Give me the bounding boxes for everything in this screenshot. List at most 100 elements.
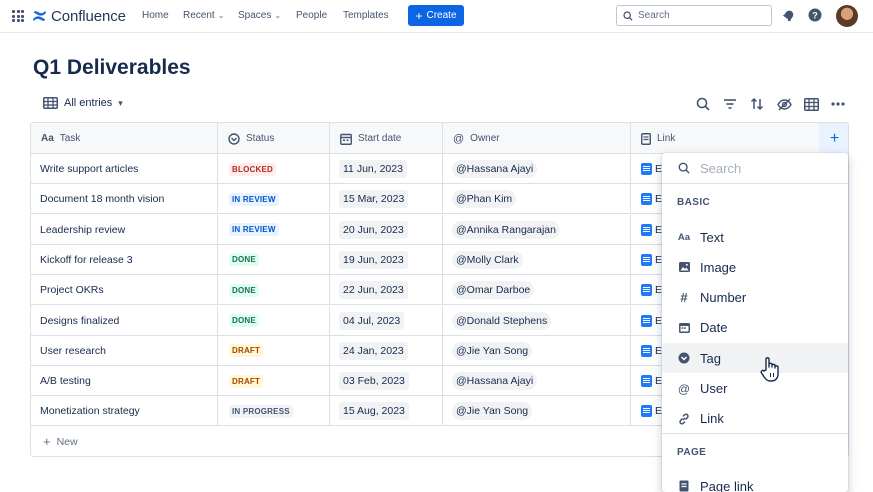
date-cell[interactable]: 11 Jun, 2023 xyxy=(330,154,443,184)
user-mention[interactable]: @Donald Stephens xyxy=(452,311,552,330)
page-link[interactable]: E xyxy=(641,223,662,236)
column-type-search-input[interactable]: Search xyxy=(662,153,848,184)
table-toolbar xyxy=(695,96,846,112)
plus-icon: + xyxy=(829,129,840,147)
date-cell[interactable]: 20 Jun, 2023 xyxy=(330,214,443,245)
add-column-button[interactable]: + xyxy=(819,123,848,154)
hand-cursor-icon xyxy=(760,357,779,382)
task-cell[interactable]: Write support articles xyxy=(31,154,218,184)
notification-bell-icon[interactable] xyxy=(782,8,796,22)
user-mention[interactable]: @Hassana Ajayi xyxy=(452,372,538,391)
task-cell[interactable]: Project OKRs xyxy=(31,275,218,306)
date-cell[interactable]: 19 Jun, 2023 xyxy=(330,244,443,275)
owner-cell[interactable]: @Jie Yan Song xyxy=(443,335,631,366)
user-mention[interactable]: @Omar Darboe xyxy=(452,281,535,300)
table-settings-icon[interactable] xyxy=(803,96,819,112)
task-cell[interactable]: Monetization strategy xyxy=(31,396,218,427)
owner-cell[interactable]: @Molly Clark xyxy=(443,244,631,275)
user-mention[interactable]: @Annika Rangarajan xyxy=(452,220,560,239)
task-text: Document 18 month vision xyxy=(40,193,165,206)
status-cell[interactable]: DRAFT xyxy=(218,335,330,366)
nav-templates[interactable]: Templates xyxy=(343,10,389,21)
owner-cell[interactable]: @Hassana Ajayi xyxy=(443,366,631,397)
column-type-user[interactable]: @ User xyxy=(662,374,848,404)
page-link-label: E xyxy=(655,163,663,175)
status-cell[interactable]: IN PROGRESS xyxy=(218,396,330,427)
more-icon[interactable] xyxy=(830,96,846,112)
user-mention[interactable]: @Molly Clark xyxy=(452,250,523,269)
column-type-text[interactable]: Aa Text xyxy=(662,222,848,252)
search-icon[interactable] xyxy=(695,96,711,112)
user-avatar[interactable] xyxy=(836,5,858,27)
nav-people[interactable]: People xyxy=(296,10,327,21)
status-cell[interactable]: IN REVIEW xyxy=(218,214,330,245)
page-link[interactable]: E xyxy=(641,284,662,297)
page-link[interactable]: E xyxy=(641,375,662,388)
app-switcher-icon[interactable] xyxy=(12,10,24,22)
column-header-link[interactable]: Link xyxy=(631,123,819,154)
view-selector[interactable]: All entries ▾ xyxy=(43,97,123,109)
page-link[interactable]: E xyxy=(641,253,662,266)
task-cell[interactable]: A/B testing xyxy=(31,366,218,397)
owner-cell[interactable]: @Omar Darboe xyxy=(443,275,631,306)
nav-home[interactable]: Home xyxy=(142,10,169,21)
date-cell[interactable]: 15 Mar, 2023 xyxy=(330,184,443,215)
task-cell[interactable]: User research xyxy=(31,335,218,366)
user-mention[interactable]: @Hassana Ajayi xyxy=(452,160,538,178)
date-chip: 03 Feb, 2023 xyxy=(339,372,409,391)
status-cell[interactable]: DONE xyxy=(218,305,330,336)
user-mention[interactable]: @Jie Yan Song xyxy=(452,402,533,421)
new-row-button[interactable]: + New xyxy=(43,435,78,448)
page-link[interactable]: E xyxy=(641,163,662,175)
column-header-task[interactable]: Aa Task xyxy=(31,123,218,154)
task-text: Designs finalized xyxy=(40,314,120,327)
sort-icon[interactable] xyxy=(749,96,765,112)
nav-recent[interactable]: Recent ⌄ xyxy=(183,10,224,21)
task-cell[interactable]: Leadership review xyxy=(31,214,218,245)
date-cell[interactable]: 03 Feb, 2023 xyxy=(330,366,443,397)
user-mention[interactable]: @Jie Yan Song xyxy=(452,341,533,360)
filter-icon[interactable] xyxy=(722,96,738,112)
column-header-start-date[interactable]: Start date xyxy=(330,123,443,154)
search-input[interactable]: Search xyxy=(616,5,772,26)
column-type-link[interactable]: Link xyxy=(662,404,848,434)
date-cell[interactable]: 22 Jun, 2023 xyxy=(330,275,443,306)
at-icon: @ xyxy=(453,132,465,145)
column-type-number[interactable]: # Number xyxy=(662,283,848,313)
user-mention[interactable]: @Phan Kim xyxy=(452,190,517,209)
status-cell[interactable]: DONE xyxy=(218,275,330,306)
page-link[interactable]: E xyxy=(641,314,662,327)
confluence-logo[interactable]: Confluence xyxy=(32,7,126,25)
column-header-status[interactable]: Status xyxy=(218,123,330,154)
nav-spaces[interactable]: Spaces ⌄ xyxy=(238,10,281,21)
hide-fields-icon[interactable] xyxy=(776,96,792,112)
create-button[interactable]: + Create xyxy=(408,5,464,26)
owner-cell[interactable]: @Hassana Ajayi xyxy=(443,154,631,184)
status-cell[interactable]: BLOCKED xyxy=(218,154,330,184)
owner-cell[interactable]: @Phan Kim xyxy=(443,184,631,215)
column-header-owner[interactable]: @ Owner xyxy=(443,123,631,154)
page-link[interactable]: E xyxy=(641,405,662,418)
page-link[interactable]: E xyxy=(641,344,662,357)
status-cell[interactable]: DONE xyxy=(218,244,330,275)
nav-recent-label: Recent xyxy=(183,10,215,21)
date-cell[interactable]: 04 Jul, 2023 xyxy=(330,305,443,336)
column-type-page-link[interactable]: Page link xyxy=(662,471,848,492)
task-cell[interactable]: Document 18 month vision xyxy=(31,184,218,215)
status-badge: DRAFT xyxy=(229,374,264,388)
owner-cell[interactable]: @Annika Rangarajan xyxy=(443,214,631,245)
owner-cell[interactable]: @Donald Stephens xyxy=(443,305,631,336)
date-cell[interactable]: 15 Aug, 2023 xyxy=(330,396,443,427)
page-link[interactable]: E xyxy=(641,193,662,206)
owner-cell[interactable]: @Jie Yan Song xyxy=(443,396,631,427)
status-cell[interactable]: IN REVIEW xyxy=(218,184,330,215)
date-cell[interactable]: 24 Jan, 2023 xyxy=(330,335,443,366)
status-cell[interactable]: DRAFT xyxy=(218,366,330,397)
task-cell[interactable]: Kickoff for release 3 xyxy=(31,244,218,275)
column-type-date[interactable]: Date xyxy=(662,313,848,343)
column-type-image[interactable]: Image xyxy=(662,252,848,282)
column-type-tag[interactable]: Tag xyxy=(662,343,848,374)
help-icon[interactable]: ? xyxy=(808,8,822,22)
task-cell[interactable]: Designs finalized xyxy=(31,305,218,336)
date-chip: 22 Jun, 2023 xyxy=(339,281,408,300)
